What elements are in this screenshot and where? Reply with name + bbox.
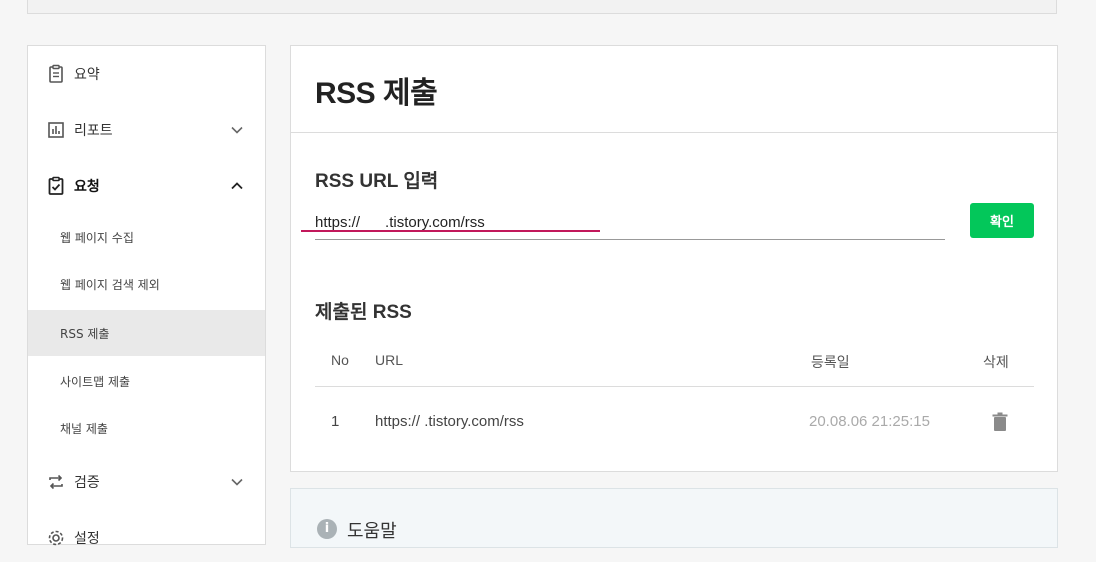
sidebar-subitem-label: 웹 페이지 수집 — [60, 230, 134, 245]
rss-submit-panel: RSS 제출 RSS URL 입력 확인 제출된 RSS No URL 등록일 … — [290, 45, 1058, 472]
table-header-delete: 삭제 — [983, 354, 1009, 370]
sidebar-subitem-webpage-collect[interactable]: 웹 페이지 수집 — [28, 214, 265, 260]
help-title: 도움말 — [347, 521, 397, 542]
sidebar-item-label: 리포트 — [74, 123, 113, 139]
help-panel: i 도움말 — [290, 488, 1058, 548]
table-header-url: URL — [375, 352, 404, 368]
repeat-icon — [49, 474, 63, 490]
row-date: 20.08.06 21:25:15 — [809, 413, 930, 430]
rss-url-input[interactable] — [315, 206, 945, 240]
confirm-button[interactable]: 확인 — [970, 203, 1034, 238]
sidebar-item-summary[interactable]: 요약 — [28, 50, 265, 98]
sidebar-subitem-channel-submit[interactable]: 채널 제출 — [28, 405, 265, 451]
sidebar-item-verify[interactable]: 검증 — [28, 458, 265, 506]
table-header-divider — [315, 386, 1034, 387]
annotation-underline — [301, 230, 600, 232]
sidebar-subitem-label: 사이트맵 제출 — [60, 374, 131, 389]
row-url: https:// .tistory.com/rss — [375, 413, 524, 430]
table-header-no: No — [331, 352, 349, 368]
bar-chart-icon — [48, 122, 64, 138]
title-divider — [291, 132, 1057, 133]
sidebar: 요약 리포트 요청 웹 페이지 수집 웹 페이지 검색 제외 RSS 제출 사이… — [27, 45, 266, 547]
sidebar-item-request[interactable]: 요청 — [28, 162, 265, 210]
sidebar-item-label: 검증 — [74, 475, 100, 491]
sidebar-subitem-sitemap-submit[interactable]: 사이트맵 제출 — [28, 358, 265, 404]
trash-icon[interactable] — [991, 412, 1009, 432]
sidebar-subitem-rss-submit[interactable]: RSS 제출 — [28, 310, 265, 356]
sidebar-subitem-webpage-exclude[interactable]: 웹 페이지 검색 제외 — [28, 261, 265, 307]
sidebar-item-label: 설정 — [74, 531, 100, 547]
top-header-strip — [27, 0, 1057, 14]
sidebar-subitem-label: 채널 제출 — [60, 421, 108, 436]
chevron-down-icon — [231, 126, 243, 134]
table-header-date: 등록일 — [811, 354, 850, 370]
sidebar-subitem-label: 웹 페이지 검색 제외 — [60, 277, 160, 292]
chevron-down-icon — [231, 478, 243, 486]
info-icon: i — [317, 519, 337, 539]
clipboard-check-icon — [48, 176, 64, 195]
row-no: 1 — [331, 413, 340, 430]
sidebar-item-settings[interactable]: 설정 — [28, 514, 265, 562]
gear-icon — [48, 530, 64, 546]
sidebar-item-report[interactable]: 리포트 — [28, 106, 265, 154]
submitted-rss-heading: 제출된 RSS — [315, 302, 412, 323]
sidebar-subitem-label: RSS 제출 — [60, 326, 110, 341]
clipboard-icon — [49, 64, 63, 83]
sidebar-item-label: 요청 — [74, 179, 100, 195]
sidebar-item-label: 요약 — [74, 67, 100, 83]
chevron-up-icon — [231, 182, 243, 190]
rss-url-input-heading: RSS URL 입력 — [315, 171, 439, 192]
page-title: RSS 제출 — [315, 77, 438, 110]
